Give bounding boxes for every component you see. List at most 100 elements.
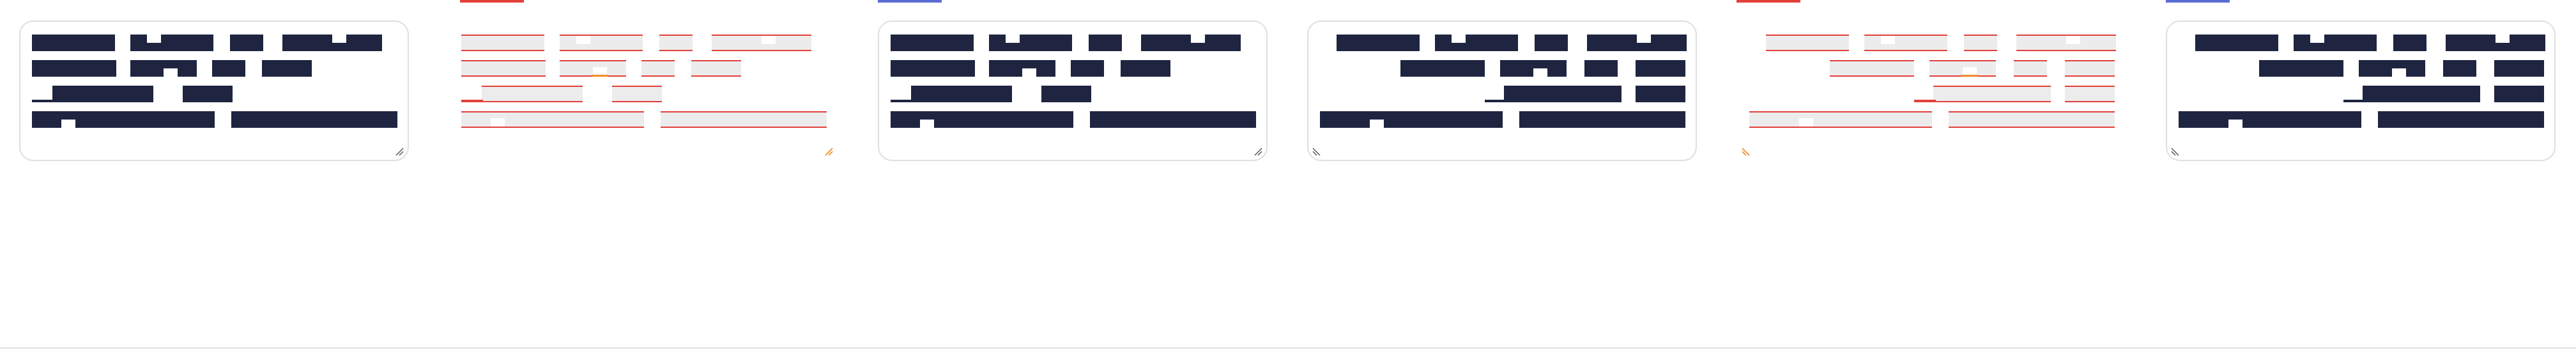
redacted-word [2195,35,2278,51]
redacted-word [891,35,974,51]
redacted-word [2259,60,2343,77]
panel-accent [878,0,942,3]
changed-word [2065,60,2115,77]
redacted-word [2378,111,2544,128]
redacted-word [1587,35,1687,51]
redacted-word [32,35,115,51]
panel-accent [2166,0,2230,3]
redacted-word [2179,111,2361,128]
text-underline [1485,100,1506,102]
redacted-word [911,86,1012,102]
text-card[interactable] [19,20,409,161]
changed-word [691,60,741,77]
redacted-word [1504,86,1621,102]
changed-word [2016,35,2116,51]
changed-word [1864,35,1947,51]
redacted-word [2494,86,2544,102]
changed-word [2014,60,2047,77]
resize-grip-icon[interactable] [1742,147,1751,156]
redacted-word [1584,60,1618,77]
redacted-word [1089,35,1122,51]
text-card[interactable] [448,20,838,161]
redacted-word [230,35,263,51]
changed-word [2065,86,2115,102]
changed-word [461,111,644,128]
redacted-word [1519,111,1685,128]
redacted-word [1071,60,1104,77]
redacted-word [1535,35,1568,51]
text-card[interactable] [1307,20,1697,161]
redacted-word [183,86,233,102]
redacted-word [891,111,1073,128]
changed-word [1749,111,1932,128]
panel-6 [2147,0,2576,349]
changed-word [661,111,827,128]
resize-grip-icon[interactable] [1254,147,1262,156]
redacted-word [2494,60,2544,77]
panel-1 [0,0,429,349]
redacted-word [1041,86,1091,102]
redacted-word [1636,86,1685,102]
panel-accent [460,0,524,3]
redacted-word [1435,35,1518,51]
redacted-word [32,111,215,128]
redacted-word [1320,111,1503,128]
panel-2 [429,0,859,349]
redacted-word [2446,35,2545,51]
panel-4 [1288,0,1717,349]
comparison-strip [0,0,2576,349]
redacted-word [262,60,312,77]
redacted-word [2294,35,2377,51]
panel-3 [859,0,1288,349]
redacted-word [1090,111,1256,128]
resize-grip-icon[interactable] [824,147,833,156]
redacted-word [130,60,197,77]
text-card[interactable] [1736,20,2126,161]
resize-grip-icon[interactable] [395,147,404,156]
redacted-word [2359,60,2425,77]
text-underline [32,100,54,102]
redacted-word [1400,60,1485,77]
redacted-word [1636,60,1685,77]
changed-word [461,35,544,51]
changed-word [641,60,675,77]
text-card[interactable] [878,20,1268,161]
changed-word [461,60,546,77]
resize-grip-icon[interactable] [2171,147,2180,156]
redacted-word [989,35,1072,51]
redacted-word [52,86,153,102]
panel-5 [1717,0,2147,349]
changed-underline [1914,100,1936,102]
redacted-word [231,111,397,128]
panel-accent [1736,0,1800,3]
changed-mark [1961,75,1978,77]
text-card[interactable] [2166,20,2556,161]
redacted-word [1337,35,1420,51]
redacted-word [2443,60,2476,77]
changed-word [1949,111,2115,128]
redacted-word [2393,35,2426,51]
redacted-word [1141,35,1241,51]
changed-word [1830,60,1914,77]
changed-word [1766,35,1849,51]
changed-word [560,35,643,51]
changed-word [1964,35,1997,51]
text-underline [891,100,912,102]
changed-word [482,86,583,102]
redacted-word [1121,60,1170,77]
redacted-word [212,60,245,77]
resize-grip-icon[interactable] [1312,147,1321,156]
redacted-word [282,35,382,51]
redacted-word [2363,86,2480,102]
changed-word [712,35,811,51]
redacted-word [130,35,213,51]
text-underline [2343,100,2365,102]
changed-word [659,35,693,51]
changed-word [612,86,662,102]
changed-mark [592,75,608,77]
redacted-word [1500,60,1567,77]
redacted-word [891,60,975,77]
redacted-word [32,60,116,77]
changed-word [1933,86,2051,102]
changed-underline [461,100,483,102]
